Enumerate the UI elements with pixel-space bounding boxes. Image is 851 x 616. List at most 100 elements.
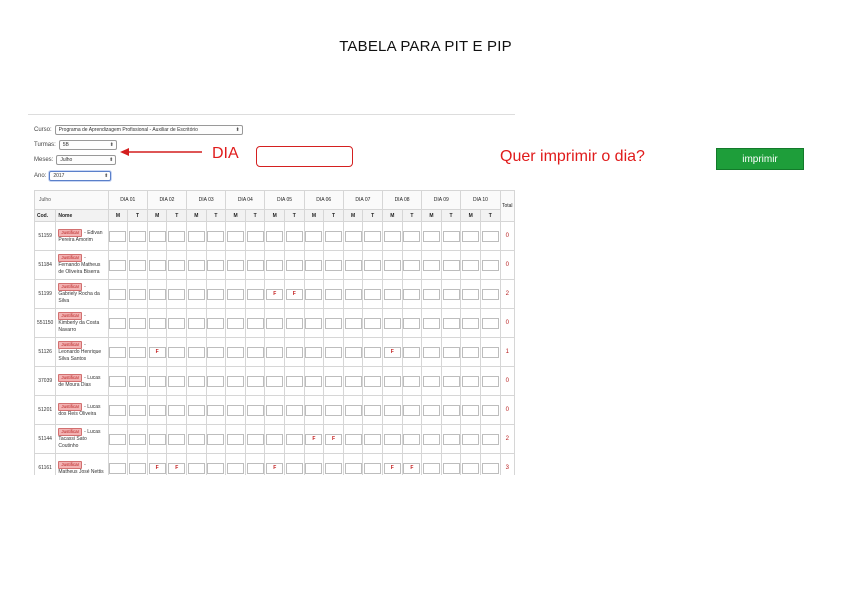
attendance-input[interactable] xyxy=(344,230,362,242)
attendance-input[interactable] xyxy=(148,433,166,445)
attendance-input[interactable] xyxy=(344,346,362,358)
attendance-input[interactable] xyxy=(109,346,127,358)
attendance-input[interactable] xyxy=(129,230,147,242)
attendance-input[interactable] xyxy=(227,346,245,358)
attendance-input[interactable] xyxy=(305,346,323,358)
attendance-input[interactable] xyxy=(344,288,362,300)
attendance-input[interactable] xyxy=(442,433,460,445)
attendance-input[interactable] xyxy=(227,404,245,416)
attendance-input[interactable] xyxy=(462,317,480,329)
attendance-input[interactable] xyxy=(481,259,499,271)
attendance-input[interactable] xyxy=(364,375,382,387)
justify-button[interactable]: Justificar xyxy=(58,228,83,237)
attendance-input[interactable] xyxy=(129,346,147,358)
attendance-input[interactable] xyxy=(422,346,440,358)
attendance-input[interactable] xyxy=(422,404,440,416)
attendance-input[interactable] xyxy=(129,433,147,445)
attendance-input[interactable] xyxy=(383,317,401,329)
attendance-input[interactable] xyxy=(207,288,225,300)
attendance-input[interactable] xyxy=(305,375,323,387)
attendance-input[interactable] xyxy=(227,230,245,242)
attendance-input[interactable] xyxy=(462,230,480,242)
attendance-input[interactable] xyxy=(442,230,460,242)
justify-button[interactable]: Justificar xyxy=(58,341,83,349)
dia-input[interactable] xyxy=(256,146,353,167)
attendance-input[interactable] xyxy=(148,288,166,300)
ano-select[interactable]: 2017 ⬍ xyxy=(49,171,112,181)
attendance-input[interactable] xyxy=(364,346,382,358)
attendance-input[interactable] xyxy=(481,433,499,445)
attendance-input[interactable] xyxy=(246,346,264,358)
attendance-input[interactable] xyxy=(109,404,127,416)
attendance-input[interactable] xyxy=(442,259,460,271)
attendance-input[interactable]: F xyxy=(383,462,401,474)
attendance-input[interactable] xyxy=(462,288,480,300)
attendance-input[interactable] xyxy=(266,259,284,271)
attendance-input[interactable] xyxy=(109,317,127,329)
attendance-input[interactable] xyxy=(246,288,264,300)
attendance-input[interactable] xyxy=(148,375,166,387)
attendance-input[interactable] xyxy=(109,375,127,387)
attendance-input[interactable] xyxy=(227,317,245,329)
justify-button[interactable]: Justificar xyxy=(58,312,83,320)
attendance-input[interactable] xyxy=(344,404,362,416)
attendance-input[interactable] xyxy=(364,462,382,474)
attendance-input[interactable] xyxy=(344,375,362,387)
justify-button[interactable]: Justificar xyxy=(58,460,83,469)
attendance-input[interactable] xyxy=(403,259,421,271)
attendance-input[interactable]: F xyxy=(148,462,166,474)
attendance-input[interactable] xyxy=(168,259,186,271)
attendance-input[interactable] xyxy=(403,404,421,416)
attendance-input[interactable] xyxy=(325,346,342,358)
attendance-input[interactable] xyxy=(422,317,440,329)
attendance-input[interactable] xyxy=(481,230,499,242)
attendance-input[interactable] xyxy=(364,404,382,416)
attendance-input[interactable] xyxy=(422,288,440,300)
attendance-input[interactable] xyxy=(325,230,342,242)
attendance-input[interactable] xyxy=(227,259,245,271)
attendance-input[interactable] xyxy=(227,375,245,387)
attendance-input[interactable] xyxy=(207,462,225,474)
attendance-input[interactable] xyxy=(481,404,499,416)
attendance-input[interactable] xyxy=(462,375,480,387)
attendance-input[interactable] xyxy=(129,259,147,271)
attendance-input[interactable] xyxy=(325,288,342,300)
attendance-input[interactable] xyxy=(403,288,421,300)
attendance-input[interactable]: F xyxy=(325,433,342,445)
attendance-input[interactable]: F xyxy=(285,288,303,300)
attendance-input[interactable] xyxy=(305,288,323,300)
attendance-input[interactable] xyxy=(364,259,382,271)
justify-button[interactable]: Justificar xyxy=(58,373,83,382)
attendance-input[interactable] xyxy=(285,433,303,445)
attendance-input[interactable] xyxy=(227,288,245,300)
attendance-input[interactable] xyxy=(207,404,225,416)
attendance-input[interactable] xyxy=(129,288,147,300)
attendance-input[interactable] xyxy=(168,288,186,300)
attendance-input[interactable] xyxy=(148,230,166,242)
attendance-input[interactable] xyxy=(285,317,303,329)
attendance-input[interactable] xyxy=(266,404,284,416)
attendance-input[interactable] xyxy=(246,259,264,271)
attendance-input[interactable] xyxy=(344,462,362,474)
attendance-input[interactable] xyxy=(187,346,205,358)
attendance-input[interactable] xyxy=(246,462,264,474)
attendance-input[interactable] xyxy=(285,462,303,474)
attendance-input[interactable] xyxy=(187,317,205,329)
attendance-input[interactable] xyxy=(481,462,499,474)
attendance-input[interactable] xyxy=(207,259,225,271)
attendance-input[interactable] xyxy=(403,230,421,242)
attendance-input[interactable] xyxy=(168,317,186,329)
attendance-input[interactable] xyxy=(266,230,284,242)
attendance-input[interactable] xyxy=(422,433,440,445)
attendance-input[interactable] xyxy=(481,346,499,358)
attendance-input[interactable] xyxy=(462,404,480,416)
attendance-input[interactable] xyxy=(266,375,284,387)
attendance-input[interactable] xyxy=(168,230,186,242)
attendance-input[interactable] xyxy=(285,375,303,387)
attendance-input[interactable] xyxy=(168,375,186,387)
attendance-input[interactable] xyxy=(462,346,480,358)
justify-button[interactable]: Justificar xyxy=(58,254,83,262)
attendance-input[interactable] xyxy=(305,230,323,242)
attendance-input[interactable] xyxy=(403,346,421,358)
attendance-input[interactable] xyxy=(383,404,401,416)
